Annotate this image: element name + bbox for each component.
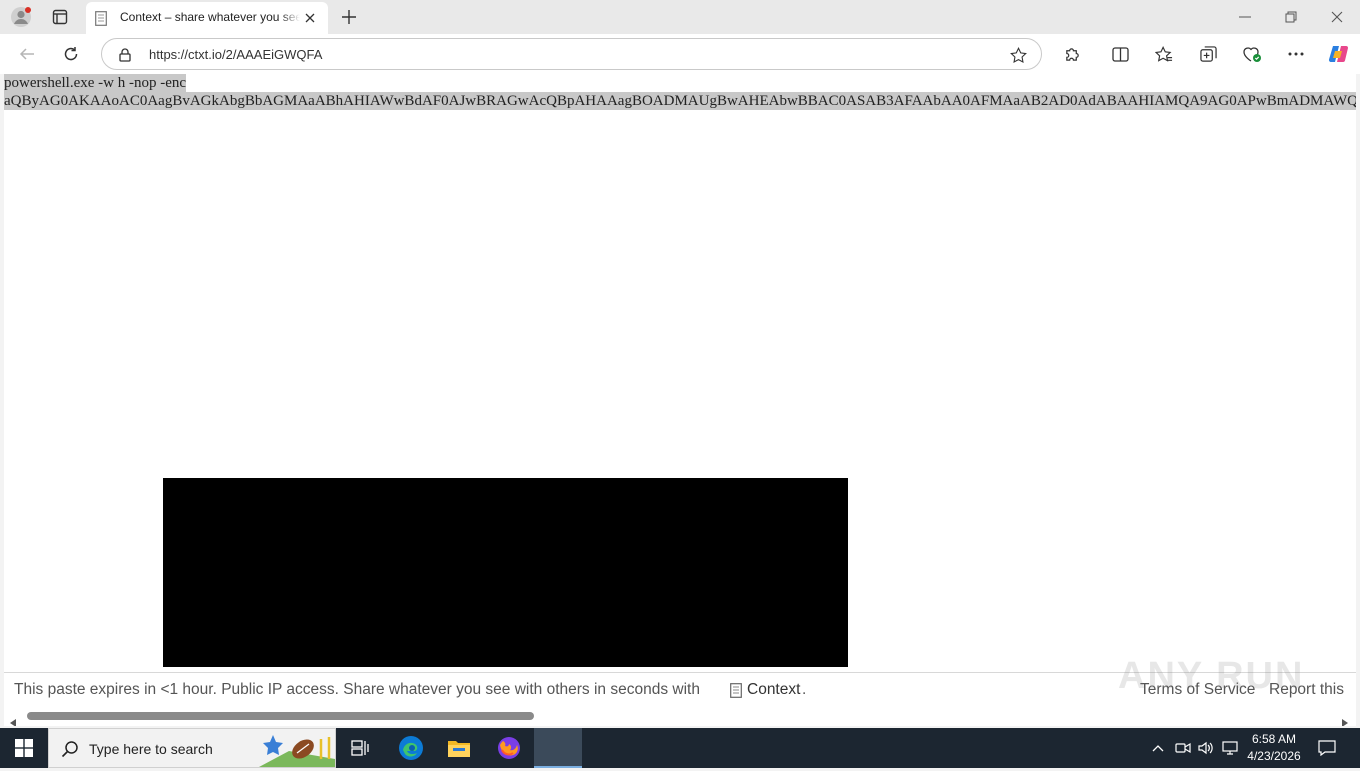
restore-icon[interactable] [1278, 6, 1304, 28]
page-icon [94, 10, 108, 26]
tab-title: Context – share whatever you see with ot… [120, 10, 300, 24]
tab-actions-icon[interactable] [48, 6, 72, 28]
copilot-icon[interactable] [1326, 42, 1350, 66]
new-tab-icon[interactable] [338, 6, 360, 28]
favorites-icon[interactable] [1152, 42, 1176, 66]
window-edge [1356, 74, 1360, 728]
code-line-2[interactable]: aQByAG0AKAAoAC0AagBvAGkAbgBbAGMAaABhAHIA… [4, 92, 1356, 110]
browser-essentials-icon[interactable] [1240, 42, 1264, 66]
clock-time[interactable]: 6:58 AM [1239, 732, 1309, 746]
split-screen-icon[interactable] [1108, 42, 1132, 66]
tab-active[interactable]: Context – share whatever you see with ot… [86, 2, 328, 34]
minimize-icon[interactable] [1232, 6, 1258, 28]
tab-close-icon[interactable] [302, 10, 318, 26]
more-options-icon[interactable] [1284, 42, 1308, 66]
lock-icon[interactable] [118, 47, 132, 63]
collections-icon[interactable] [1196, 42, 1220, 66]
taskbar-search-box[interactable]: Type here to search [48, 728, 336, 768]
close-window-icon[interactable] [1324, 6, 1350, 28]
search-icon [61, 740, 79, 762]
watermark: ANY RUN [1118, 655, 1305, 697]
profile-avatar-icon[interactable] [8, 5, 34, 29]
network-icon[interactable] [1221, 739, 1239, 757]
url-text[interactable]: https://ctxt.io/2/AAAEiGWQFA [149, 47, 322, 62]
search-placeholder: Type here to search [89, 741, 213, 757]
task-view-icon[interactable] [346, 736, 374, 760]
horizontal-scrollbar[interactable] [4, 708, 1356, 726]
edge-taskbar-icon[interactable] [396, 734, 426, 762]
address-bar[interactable]: https://ctxt.io/2/AAAEiGWQFA [101, 38, 1042, 70]
refresh-icon[interactable] [58, 42, 84, 66]
scroll-left-icon[interactable] [10, 712, 16, 726]
notification-icon[interactable] [1316, 738, 1338, 758]
extensions-icon[interactable] [1060, 42, 1084, 66]
taskbar: Type here to search 6:58 AM 4/23/2026 [0, 728, 1360, 768]
search-highlight-icon[interactable] [259, 731, 335, 767]
context-logo-icon [730, 683, 742, 698]
file-explorer-icon[interactable] [444, 734, 474, 762]
firefox-icon[interactable] [494, 734, 524, 762]
black-image [163, 478, 848, 667]
scroll-right-icon[interactable] [1342, 712, 1348, 726]
browser-toolbar: https://ctxt.io/2/AAAEiGWQFA [0, 34, 1360, 74]
footer-text: This paste expires in <1 hour. Public IP… [14, 681, 700, 698]
volume-icon[interactable] [1197, 739, 1215, 757]
meet-now-icon[interactable] [1174, 739, 1192, 757]
page-content: powershell.exe -w h -nop -enc aQByAG0AKA… [4, 74, 1356, 726]
clock-date[interactable]: 4/23/2026 [1239, 749, 1309, 763]
favorite-star-icon[interactable] [1008, 45, 1028, 65]
windows-start-icon[interactable] [0, 728, 48, 768]
back-icon[interactable] [14, 42, 40, 66]
footer-period: . [802, 681, 807, 698]
show-hidden-icons-icon[interactable] [1150, 740, 1166, 756]
scrollbar-thumb[interactable] [27, 712, 534, 720]
code-line-1[interactable]: powershell.exe -w h -nop -enc [4, 74, 187, 92]
tab-bar: Context – share whatever you see with ot… [0, 0, 1360, 34]
context-link[interactable]: Context [747, 681, 800, 699]
active-app-slot[interactable] [534, 728, 582, 768]
